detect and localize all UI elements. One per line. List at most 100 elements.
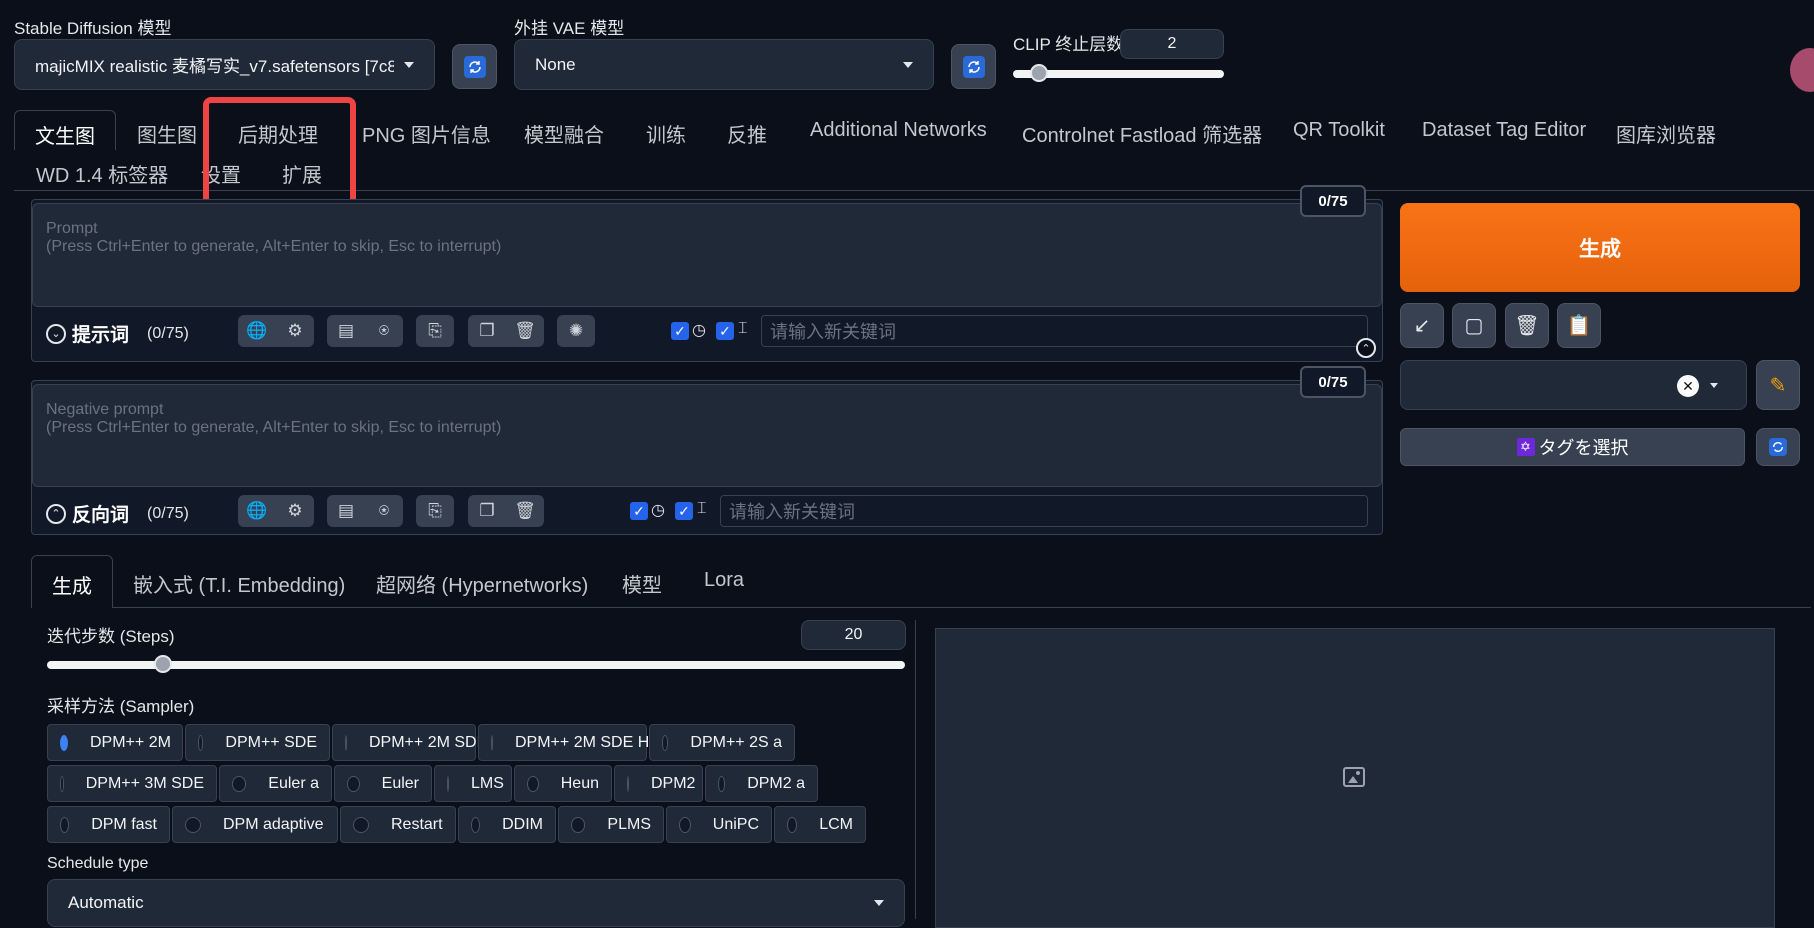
tab-10[interactable]: QR Toolkit xyxy=(1293,119,1385,142)
radio-icon xyxy=(60,816,70,833)
clipboard-icon[interactable]: 📋 xyxy=(1557,303,1601,348)
sampler-option[interactable]: UniPC xyxy=(666,806,772,843)
sampler-option[interactable]: LCM xyxy=(774,806,866,843)
history-icon[interactable]: ▤ xyxy=(327,315,365,347)
tab-4[interactable]: PNG 图片信息 xyxy=(362,119,491,148)
sampler-option[interactable]: DPM++ SDE xyxy=(185,724,330,761)
prompt-textarea[interactable]: Prompt (Press Ctrl+Enter to generate, Al… xyxy=(32,203,1382,307)
translate-icon[interactable]: ⎘ xyxy=(416,495,454,527)
generate-button[interactable]: 生成 xyxy=(1400,203,1800,292)
sampler-option[interactable]: Euler xyxy=(334,765,432,802)
tab-11[interactable]: Dataset Tag Editor xyxy=(1422,119,1586,142)
negative-textarea[interactable]: Negative prompt (Press Ctrl+Enter to gen… xyxy=(32,384,1382,487)
negative-checkbox-2[interactable]: ✓ xyxy=(675,502,693,520)
sampler-option[interactable]: PLMS xyxy=(558,806,664,843)
vae-value: None xyxy=(535,54,576,74)
clip-value-input[interactable]: 2 xyxy=(1120,29,1224,59)
sd-model-dropdown[interactable]: majicMIX realistic 麦橘写实_v7.safetensors [… xyxy=(14,39,435,90)
cursor-icon[interactable]: ⌶ xyxy=(738,320,748,338)
steps-slider-track[interactable] xyxy=(47,661,905,669)
cursor-icon[interactable]: ⌶ xyxy=(697,500,707,518)
bookmark-icon[interactable]: ⍟ xyxy=(365,315,403,347)
tag-select-button[interactable]: ✡ タグを選択 xyxy=(1400,428,1745,466)
gear-icon[interactable]: ⚙ xyxy=(276,315,314,347)
close-icon[interactable]: ✕ xyxy=(1677,375,1699,397)
sampler-option-label: DPM++ 2S a xyxy=(690,733,782,751)
copy-icon[interactable]: ❐ xyxy=(468,495,506,527)
prompt-keyword-input[interactable]: 请输入新关键词 xyxy=(761,315,1368,347)
sampler-option[interactable]: Restart xyxy=(340,806,456,843)
vae-dropdown[interactable]: None xyxy=(514,39,934,90)
clock-icon[interactable]: ◷ xyxy=(692,320,706,340)
sampler-option-label: DPM fast xyxy=(91,815,157,833)
pencil-icon[interactable]: ✎ xyxy=(1756,360,1800,410)
sampler-option[interactable]: DDIM xyxy=(458,806,556,843)
square-icon[interactable]: ▢ xyxy=(1452,303,1496,348)
trash-icon[interactable]: 🗑 xyxy=(506,495,544,527)
subtab-1[interactable]: 生成 xyxy=(31,555,113,608)
subtab-2[interactable]: 嵌入式 (T.I. Embedding) xyxy=(133,569,345,598)
sampler-option[interactable]: Euler a xyxy=(219,765,332,802)
sampler-option[interactable]: DPM adaptive xyxy=(172,806,338,843)
prompt-checkbox-2[interactable]: ✓ xyxy=(716,322,734,340)
prompt-toolbar-group-4: ❐ 🗑 xyxy=(468,315,544,347)
translate-icon[interactable]: ⎘ xyxy=(416,315,454,347)
tab-2[interactable]: 图生图 xyxy=(137,119,197,148)
tab-8[interactable]: Additional Networks xyxy=(810,119,987,142)
output-image-area[interactable] xyxy=(935,628,1775,928)
sampler-option[interactable]: Heun xyxy=(514,765,612,802)
prompt-checkbox-1[interactable]: ✓ xyxy=(671,322,689,340)
sampler-option[interactable]: DPM++ 2M SDE xyxy=(332,724,487,761)
sampler-option[interactable]: DPM2 xyxy=(614,765,703,802)
tab-1[interactable]: 文生图 xyxy=(14,110,116,150)
tab-5[interactable]: 模型融合 xyxy=(524,119,604,148)
sampler-option[interactable]: LMS xyxy=(434,765,512,802)
negative-checkbox-1[interactable]: ✓ xyxy=(630,502,648,520)
prompt-toggle[interactable]: ⌄ 提示词 (0/75) xyxy=(46,320,189,347)
refresh-vae-button[interactable] xyxy=(951,44,996,89)
sampler-option[interactable]: DPM++ 2S a xyxy=(649,724,795,761)
ai-icon[interactable]: ✺ xyxy=(557,315,595,347)
chevron-up-icon: ⌃ xyxy=(46,503,66,524)
sd-model-value: majicMIX realistic 麦橘写实_v7.safetensors [… xyxy=(35,57,394,76)
tab-6[interactable]: 训练 xyxy=(646,119,686,148)
sampler-option[interactable]: DPM fast xyxy=(47,806,170,843)
gear-icon[interactable]: ⚙ xyxy=(276,495,314,527)
bookmark-icon[interactable]: ⍟ xyxy=(365,495,403,527)
sampler-option[interactable]: DPM++ 2M SDE Heun xyxy=(478,724,676,761)
refresh-sd-model-button[interactable] xyxy=(452,44,497,89)
star-icon: ✡ xyxy=(1516,438,1535,456)
subtab-3[interactable]: 超网络 (Hypernetworks) xyxy=(376,569,588,598)
tab-7[interactable]: 反推 xyxy=(727,119,767,148)
steps-slider-thumb[interactable] xyxy=(154,655,173,673)
refresh-tags-button[interactable] xyxy=(1756,428,1800,466)
sampler-option[interactable]: DPM++ 2M xyxy=(47,724,183,761)
globe-icon[interactable]: 🌐 xyxy=(238,315,276,347)
avatar[interactable] xyxy=(1790,48,1814,92)
copy-icon[interactable]: ❐ xyxy=(468,315,506,347)
tab-12[interactable]: 图库浏览器 xyxy=(1616,119,1716,148)
subtab-4[interactable]: 模型 xyxy=(622,569,662,598)
tab-9[interactable]: Controlnet Fastload 筛选器 xyxy=(1022,119,1262,148)
negative-toggle[interactable]: ⌃ 反向词 (0/75) xyxy=(46,500,189,527)
globe-icon[interactable]: 🌐 xyxy=(238,495,276,527)
sampler-option[interactable]: DPM++ 3M SDE xyxy=(47,765,217,802)
clip-slider-thumb[interactable] xyxy=(1030,64,1048,82)
subtab-5[interactable]: Lora xyxy=(704,569,744,592)
negative-toolbar-group-2: ▤ ⍟ xyxy=(327,495,403,527)
history-icon[interactable]: ▤ xyxy=(327,495,365,527)
styles-dropdown[interactable]: ✕ xyxy=(1400,360,1747,410)
column-divider xyxy=(915,620,916,919)
schedule-dropdown[interactable]: Automatic xyxy=(47,879,905,927)
trash-icon[interactable]: 🗑 xyxy=(506,315,544,347)
sampler-option[interactable]: DPM2 a xyxy=(705,765,818,802)
sampler-option-label: LMS xyxy=(471,774,504,792)
tab-13[interactable]: WD 1.4 标签器 xyxy=(36,159,168,188)
negative-keyword-input[interactable]: 请输入新关键词 xyxy=(720,495,1368,527)
steps-input[interactable]: 20 xyxy=(801,620,906,650)
trash-icon[interactable]: 🗑 xyxy=(1505,303,1549,348)
clock-icon[interactable]: ◷ xyxy=(651,500,665,520)
arrow-icon[interactable]: ↙ xyxy=(1400,303,1444,348)
chevron-up-icon[interactable]: ⌃ xyxy=(1356,338,1376,358)
radio-icon xyxy=(185,816,201,833)
